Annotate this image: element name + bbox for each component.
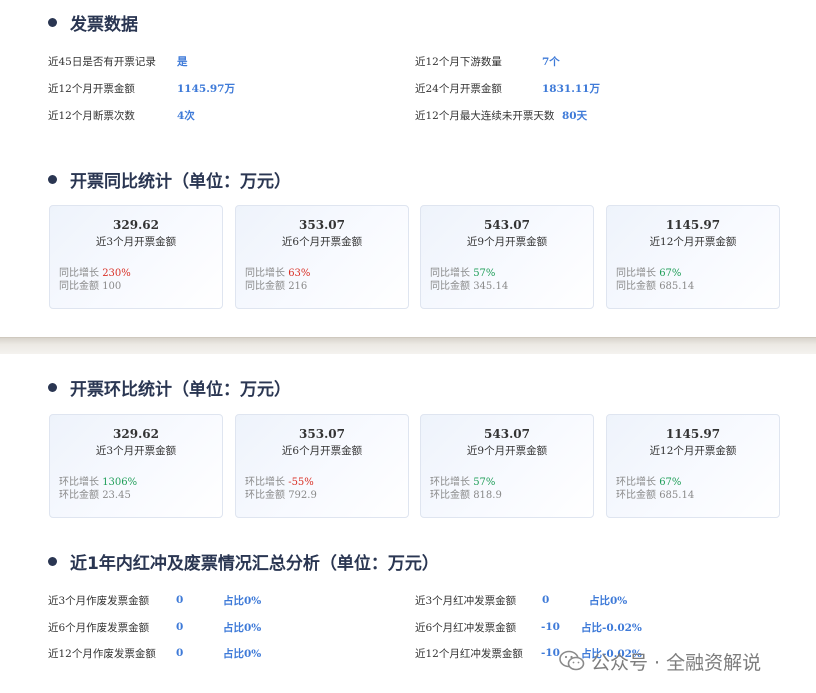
kv-value: 0 — [176, 621, 184, 633]
kv-ratio: 占比0% — [223, 594, 262, 607]
card-amount: 1145.97 — [665, 427, 721, 441]
card-caption: 近3个月开票金额 — [95, 445, 177, 457]
kv-label: 近12个月红冲发票金额 — [415, 647, 523, 660]
card-base: 环比金额 23.45 — [59, 490, 131, 501]
card-caption: 近9个月开票金额 — [466, 236, 548, 248]
kv-row: 近45日是否有开票记录 是 — [48, 53, 188, 69]
mom-card: 543.07 近9个月开票金额 环比增长 57% 环比金额 818.9 — [420, 414, 594, 518]
kv-value: -10 — [541, 647, 560, 659]
watermark-text: 公众号 · 全融资解说 — [591, 651, 762, 674]
section-title-red-void: 近1年内红冲及废票情况汇总分析（单位：万元） — [48, 549, 439, 574]
watermark: 公众号 · 全融资解说 — [559, 646, 761, 676]
bullet-dot — [48, 18, 57, 27]
card-amount: 353.07 — [299, 218, 345, 232]
kv-row: 近12个月最大连续未开票天数 80天 — [415, 107, 587, 123]
kv-label: 近12个月开票金额 — [48, 82, 135, 95]
kv-ratio: 占比0% — [589, 594, 628, 607]
kv-label: 近6个月红冲发票金额 — [415, 621, 517, 634]
card-caption: 近6个月开票金额 — [281, 445, 363, 457]
section-title-text: 开票同比统计（单位：万元） — [70, 172, 291, 192]
bullet-dot — [48, 175, 57, 184]
section-title-text: 近1年内红冲及废票情况汇总分析（单位：万元） — [70, 554, 439, 574]
kv-row: 近12个月红冲发票金额 -10 占比-0.02% — [415, 645, 642, 661]
page-divider — [0, 337, 816, 354]
kv-row: 近24个月开票金额 1831.11万 — [415, 80, 600, 96]
card-caption: 近9个月开票金额 — [466, 445, 548, 457]
kv-row: 近6个月红冲发票金额 -10 占比-0.02% — [415, 619, 642, 635]
kv-row: 近12个月断票次数 4次 — [48, 107, 195, 123]
card-amount: 353.07 — [299, 427, 345, 441]
card-caption: 近12个月开票金额 — [649, 445, 737, 457]
kv-ratio: 占比0% — [223, 647, 262, 660]
kv-label: 近12个月作废发票金额 — [48, 647, 156, 660]
mom-card: 1145.97 近12个月开票金额 环比增长 67% 环比金额 685.14 — [606, 414, 780, 518]
section-title-text: 发票数据 — [70, 15, 138, 35]
kv-label: 近6个月作废发票金额 — [48, 621, 150, 634]
kv-row: 近6个月作废发票金额 0 占比0% — [48, 619, 261, 635]
kv-label: 近45日是否有开票记录 — [48, 55, 156, 68]
card-base: 同比金额 216 — [245, 281, 308, 292]
kv-row: 近3个月作废发票金额 0 占比0% — [48, 592, 261, 608]
card-amount: 329.62 — [113, 427, 159, 441]
yoy-card: 329.62 近3个月开票金额 同比增长 230% 同比金额 100 — [49, 205, 223, 309]
section-title-invoice: 发票数据 — [48, 10, 138, 35]
card-base: 环比金额 685.14 — [616, 490, 695, 501]
card-base: 同比金额 685.14 — [616, 281, 695, 292]
kv-row: 近12个月作废发票金额 0 占比0% — [48, 645, 261, 661]
bullet-dot — [48, 557, 57, 566]
kv-value: 4次 — [177, 109, 195, 122]
card-base: 同比金额 100 — [59, 281, 122, 292]
card-base: 同比金额 345.14 — [430, 281, 509, 292]
card-caption: 近12个月开票金额 — [649, 236, 737, 248]
kv-value: 是 — [177, 55, 188, 68]
mom-card: 353.07 近6个月开票金额 环比增长 -55% 环比金额 792.9 — [235, 414, 409, 518]
yoy-card: 353.07 近6个月开票金额 同比增长 63% 同比金额 216 — [235, 205, 409, 309]
section-title-mom: 开票环比统计（单位：万元） — [48, 375, 291, 400]
kv-value: 1831.11万 — [542, 82, 600, 95]
card-amount: 543.07 — [484, 427, 530, 441]
card-caption: 近3个月开票金额 — [95, 236, 177, 248]
card-amount: 1145.97 — [665, 218, 721, 232]
kv-value: -10 — [541, 621, 560, 633]
kv-label: 近3个月作废发票金额 — [48, 594, 150, 607]
card-base: 环比金额 792.9 — [245, 490, 317, 501]
kv-label: 近12个月断票次数 — [48, 109, 135, 122]
card-caption: 近6个月开票金额 — [281, 236, 363, 248]
kv-value: 80天 — [562, 109, 588, 122]
kv-label: 近12个月最大连续未开票天数 — [415, 109, 555, 122]
card-amount: 543.07 — [484, 218, 530, 232]
kv-row: 近12个月开票金额 1145.97万 — [48, 80, 235, 96]
kv-label: 近3个月红冲发票金额 — [415, 594, 517, 607]
wechat-icon — [559, 650, 585, 671]
kv-value: 0 — [542, 594, 550, 606]
kv-row: 近3个月红冲发票金额 0 占比0% — [415, 592, 627, 608]
kv-label: 近12个月下游数量 — [415, 55, 502, 68]
yoy-card: 543.07 近9个月开票金额 同比增长 57% 同比金额 345.14 — [420, 205, 594, 309]
yoy-card: 1145.97 近12个月开票金额 同比增长 67% 同比金额 685.14 — [606, 205, 780, 309]
kv-value: 0 — [176, 647, 184, 659]
kv-value: 1145.97万 — [177, 82, 235, 95]
section-title-yoy: 开票同比统计（单位：万元） — [48, 167, 291, 192]
kv-label: 近24个月开票金额 — [415, 82, 502, 95]
kv-ratio: 占比-0.02% — [581, 621, 642, 634]
kv-value: 0 — [176, 594, 184, 606]
mom-card: 329.62 近3个月开票金额 环比增长 1306% 环比金额 23.45 — [49, 414, 223, 518]
kv-value: 7个 — [542, 55, 560, 68]
kv-ratio: 占比0% — [223, 621, 262, 634]
card-base: 环比金额 818.9 — [430, 490, 502, 501]
card-amount: 329.62 — [113, 218, 159, 232]
bullet-dot — [48, 383, 57, 392]
section-title-text: 开票环比统计（单位：万元） — [70, 380, 291, 400]
kv-row: 近12个月下游数量 7个 — [415, 53, 560, 69]
